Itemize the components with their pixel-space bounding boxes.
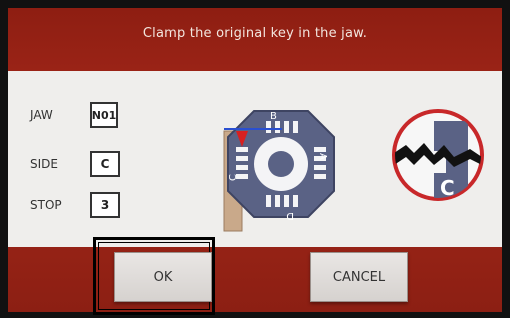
field-stop-label: STOP xyxy=(30,198,62,212)
touch-screen: Clamp the original key in the jaw. JAW N… xyxy=(8,8,502,312)
field-jaw: JAW N01 xyxy=(30,102,118,128)
jaw-side-label-b: B xyxy=(270,111,277,122)
ok-button[interactable]: OK xyxy=(114,252,212,302)
field-stop-value: 3 xyxy=(90,192,120,218)
device-frame: Clamp the original key in the jaw. JAW N… xyxy=(0,0,510,318)
jaw-side-label-c: C xyxy=(228,174,239,181)
jaw-side-label-d: D xyxy=(286,210,294,221)
instruction-title: Clamp the original key in the jaw. xyxy=(142,26,368,41)
field-side: SIDE C xyxy=(30,151,120,177)
field-side-value: C xyxy=(90,151,120,177)
field-stop: STOP 3 xyxy=(30,192,120,218)
field-jaw-label: JAW xyxy=(30,108,53,122)
jaw-hub xyxy=(268,151,294,177)
jaw-side-label-a: A xyxy=(317,153,328,160)
cancel-button[interactable]: CANCEL xyxy=(310,252,408,302)
jaw-diagram: B A D C xyxy=(223,110,335,232)
key-side-badge: C xyxy=(392,109,484,201)
field-side-label: SIDE xyxy=(30,157,58,171)
info-panel: JAW N01 SIDE C STOP 3 B A D C C xyxy=(8,71,502,247)
field-jaw-value: N01 xyxy=(90,102,118,128)
